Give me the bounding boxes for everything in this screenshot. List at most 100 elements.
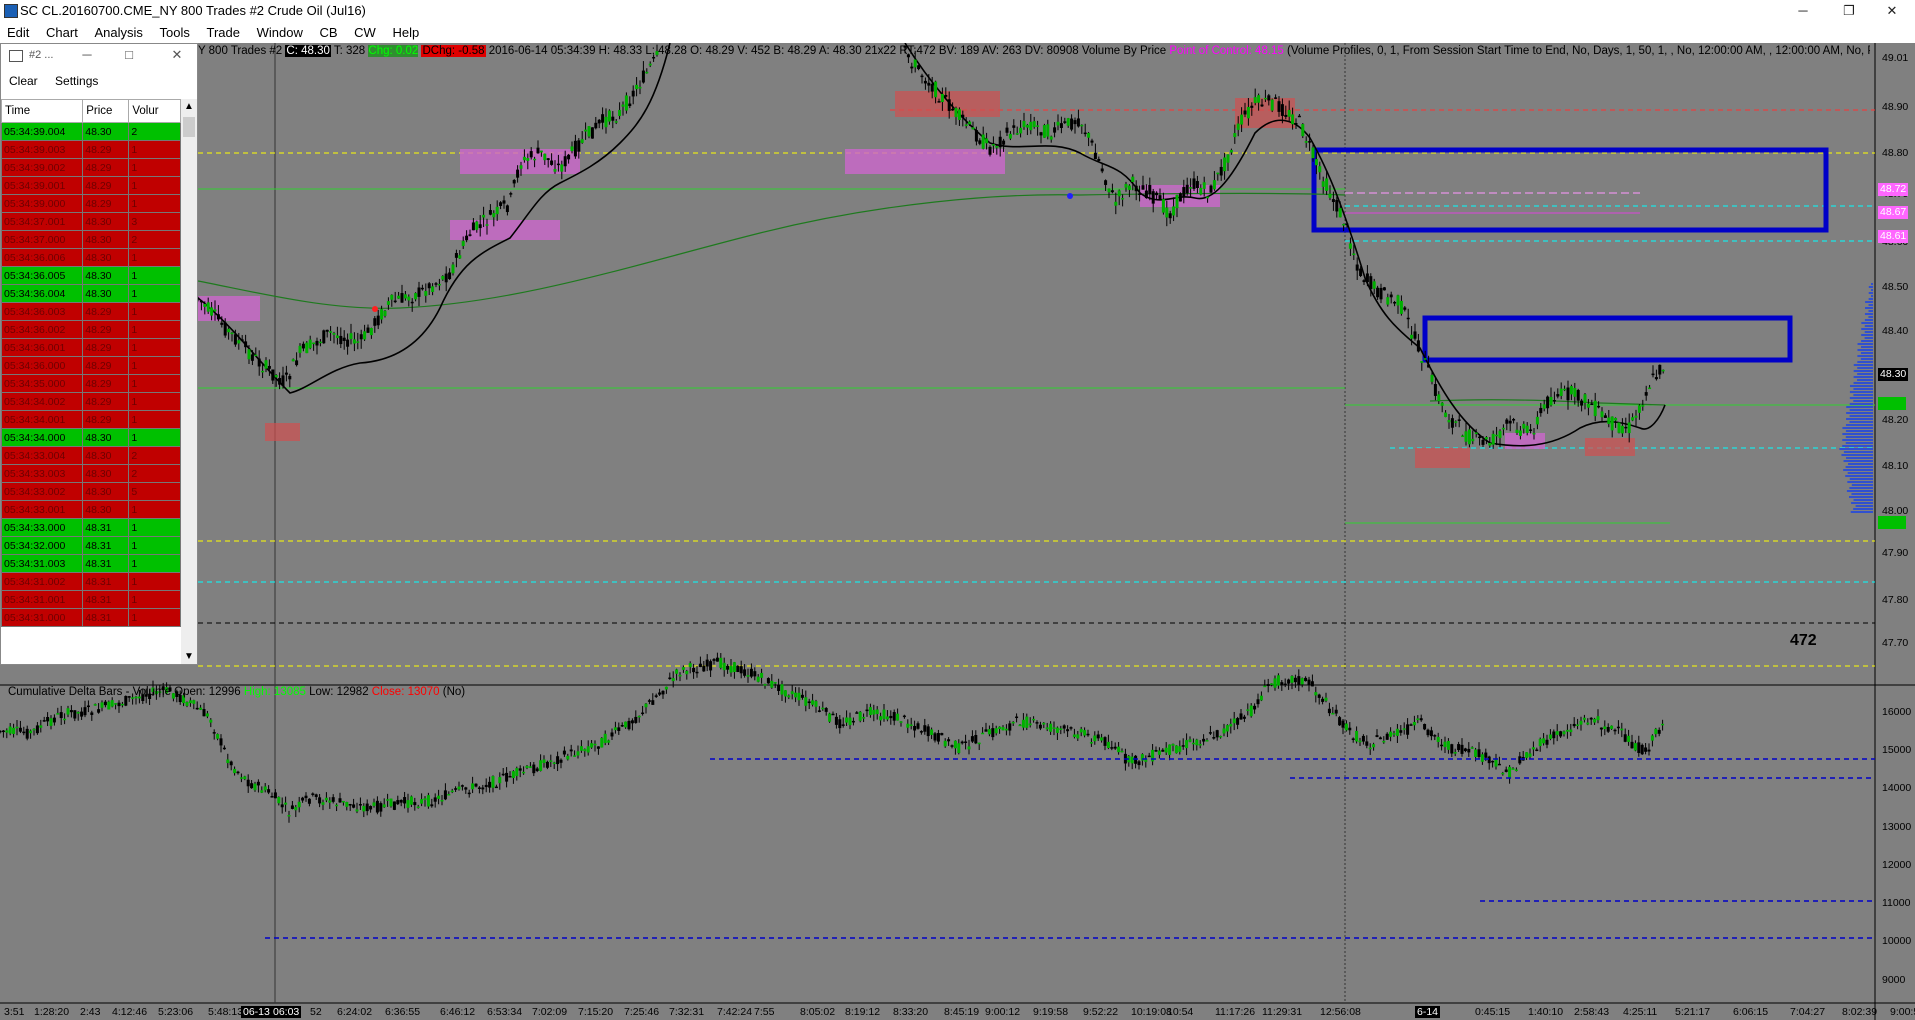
ts-row[interactable]: 05:34:39.003 48.29 1: [0, 140, 181, 159]
ts-row[interactable]: 05:34:39.002 48.29 1: [0, 158, 181, 177]
ts-scrollbar[interactable]: ▲ ▼: [181, 99, 197, 664]
ts-row[interactable]: 05:34:33.002 48.30 5: [0, 482, 181, 501]
ts-row[interactable]: 05:34:33.003 48.30 2: [0, 464, 181, 483]
close-button[interactable]: ✕: [1869, 0, 1915, 22]
ts-row[interactable]: 05:34:36.006 48.30 1: [0, 248, 181, 267]
volume-profile-bar: [1868, 304, 1873, 306]
candle-body: [1063, 121, 1067, 123]
ts-row[interactable]: 05:34:33.000 48.31 1: [0, 518, 181, 537]
drawn-box-lower[interactable]: [1422, 315, 1793, 363]
menu-cw[interactable]: CW: [347, 22, 382, 40]
ts-settings-button[interactable]: Settings: [55, 74, 98, 88]
candle-body: [1548, 734, 1552, 739]
candle-body: [1453, 752, 1457, 754]
menu-window[interactable]: Window: [250, 22, 309, 40]
candle-body: [1528, 753, 1532, 757]
ts-row[interactable]: 05:34:34.000 48.30 1: [0, 428, 181, 447]
menu-trade[interactable]: Trade: [199, 22, 245, 40]
menu-tools[interactable]: Tools: [153, 22, 196, 40]
ts-row[interactable]: 05:34:31.003 48.31 1: [0, 554, 181, 573]
ts-row[interactable]: 05:34:33.004 48.30 2: [0, 446, 181, 465]
menu-edit[interactable]: Edit: [0, 22, 35, 40]
ts-col-time[interactable]: Time: [0, 99, 84, 123]
candle-body: [338, 798, 342, 803]
candle-body: [1069, 727, 1073, 729]
ts-maximize-button[interactable]: □: [119, 47, 139, 62]
candle-body: [1158, 195, 1162, 201]
candle-body: [1304, 141, 1308, 143]
ts-row[interactable]: 05:34:31.001 48.31 1: [0, 590, 181, 609]
ts-row[interactable]: 05:34:36.003 48.29 1: [0, 302, 181, 321]
menu-bar: Edit Chart Analysis Tools Trade Window C…: [0, 22, 1915, 43]
ts-cell-price: 48.30: [82, 212, 130, 231]
ts-col-price[interactable]: Price: [82, 99, 130, 123]
candle-body: [499, 202, 503, 206]
candle-body: [465, 235, 469, 241]
marker-blue-dot: [1067, 193, 1073, 199]
scroll-up-icon[interactable]: ▲: [184, 101, 194, 112]
time-axis-label: 10:19:08: [1131, 1006, 1172, 1018]
ts-row[interactable]: 05:34:36.005 48.30 1: [0, 266, 181, 285]
ts-row[interactable]: 05:34:36.004 48.30 1: [0, 284, 181, 303]
menu-chart[interactable]: Chart: [39, 22, 84, 40]
ts-clear-button[interactable]: Clear: [9, 74, 38, 88]
candle-body: [257, 358, 261, 367]
candle-body: [1542, 404, 1546, 409]
scroll-down-icon[interactable]: ▼: [184, 651, 194, 662]
candle-body: [1409, 724, 1413, 726]
candle-body: [93, 704, 97, 706]
maximize-button[interactable]: ❐: [1826, 0, 1872, 22]
ts-row[interactable]: 05:34:36.000 48.29 1: [0, 356, 181, 375]
candle-body: [937, 101, 941, 103]
ts-row[interactable]: 05:34:31.002 48.31 1: [0, 572, 181, 591]
scroll-thumb[interactable]: [183, 117, 195, 137]
ts-row[interactable]: 05:34:36.001 48.29 1: [0, 338, 181, 357]
ts-row[interactable]: 05:34:35.000 48.29 1: [0, 374, 181, 393]
ts-row[interactable]: 05:34:39.000 48.29 1: [0, 194, 181, 213]
ts-row[interactable]: 05:34:39.004 48.30 2: [0, 122, 181, 141]
ts-row[interactable]: 05:34:36.002 48.29 1: [0, 320, 181, 339]
ts-col-volume[interactable]: Volur: [128, 99, 181, 123]
candle-body: [1324, 697, 1328, 701]
candle-body: [645, 71, 649, 74]
candle-body: [365, 803, 369, 812]
menu-cb[interactable]: CB: [312, 22, 343, 40]
ts-cell-time: 05:34:31.000: [0, 608, 84, 627]
candle-body: [505, 772, 509, 782]
ts-row[interactable]: 05:34:39.001 48.29 1: [0, 176, 181, 195]
ts-row[interactable]: 05:34:37.000 48.30 2: [0, 230, 181, 249]
candle-body: [477, 787, 481, 789]
candle-body: [467, 792, 471, 795]
candle-body: [1583, 394, 1587, 403]
candle-body: [1291, 114, 1295, 125]
ts-row[interactable]: 05:34:31.000 48.31 1: [0, 608, 181, 627]
menu-analysis[interactable]: Analysis: [87, 22, 148, 40]
menu-help[interactable]: Help: [385, 22, 425, 40]
ts-row[interactable]: 05:34:34.002 48.29 1: [0, 392, 181, 411]
candle-body: [229, 761, 233, 766]
candle-body: [586, 746, 590, 753]
marker-red-dot: [372, 306, 378, 312]
candle-body: [1555, 731, 1559, 735]
candle-body: [556, 756, 560, 765]
candle-body: [1348, 727, 1352, 731]
ts-row[interactable]: 05:34:34.001 48.29 1: [0, 410, 181, 429]
minimize-button[interactable]: ─: [1780, 0, 1826, 22]
candle-body: [413, 802, 417, 806]
ts-cell-time: 05:34:36.000: [0, 356, 84, 375]
candle-body: [787, 695, 791, 698]
ts-row[interactable]: 05:34:33.001 48.30 1: [0, 500, 181, 519]
chart-canvas[interactable]: [0, 43, 1915, 1020]
ts-close-button[interactable]: ✕: [167, 47, 187, 63]
candle-body: [417, 287, 421, 297]
candle-body: [461, 241, 465, 247]
candle-body: [613, 727, 617, 731]
ts-row[interactable]: 05:34:37.001 48.30 3: [0, 212, 181, 231]
time-and-sales-window[interactable]: #2 ... ─ □ ✕ Clear Settings Time Price V…: [0, 43, 198, 665]
ts-minimize-button[interactable]: ─: [77, 47, 97, 62]
candle-body: [1419, 718, 1423, 721]
candle-body: [233, 334, 237, 345]
drawn-box-upper[interactable]: [1311, 147, 1829, 233]
ts-row[interactable]: 05:34:32.000 48.31 1: [0, 536, 181, 555]
ts-title-bar[interactable]: #2 ... ─ □ ✕: [1, 44, 199, 66]
